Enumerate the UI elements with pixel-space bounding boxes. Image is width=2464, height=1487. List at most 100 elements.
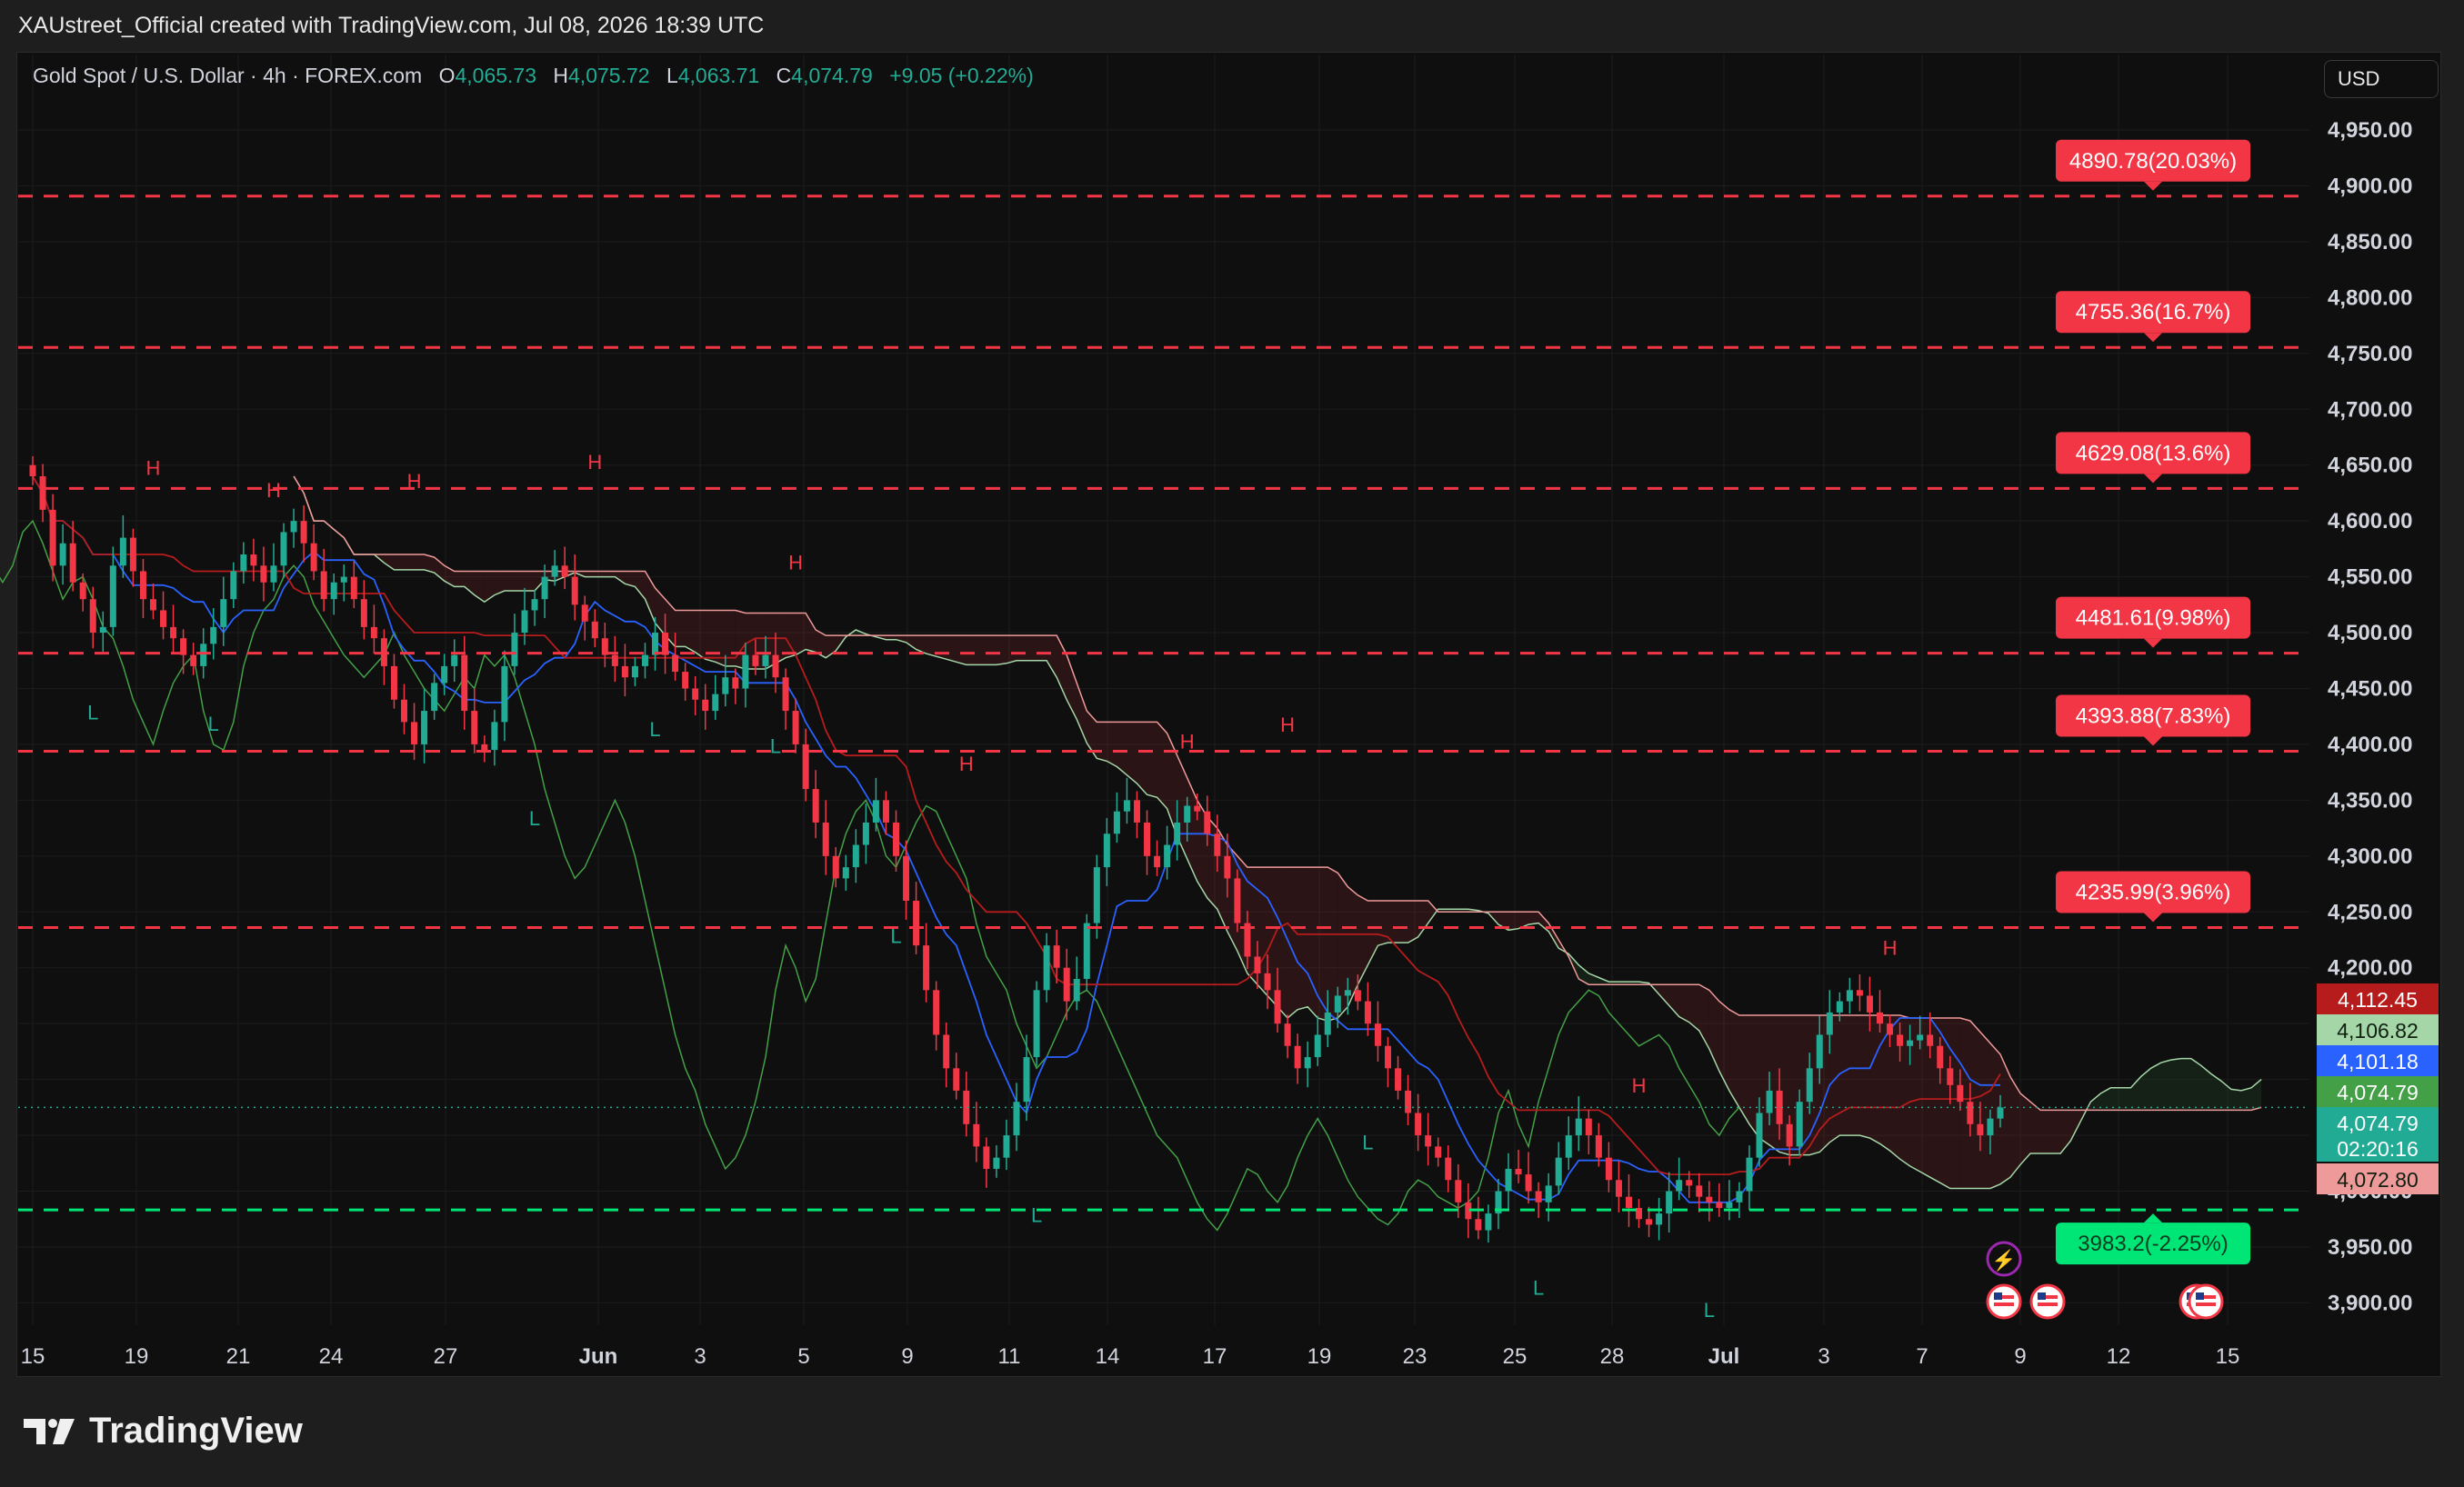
cloud-segment [796, 613, 806, 655]
candle-body [692, 688, 699, 700]
price-chart[interactable]: 4,950.00 4,900.00 4,850.00 4,800.00 4,750.00… [0, 0, 2464, 1487]
candle-body [451, 654, 458, 666]
cloud-segment [1859, 1014, 1870, 1139]
candle-body [1605, 1157, 1612, 1181]
open-label: O [438, 64, 456, 87]
candle-body [541, 576, 548, 600]
candle-body [270, 565, 277, 583]
candle [511, 614, 518, 675]
candle-body [1625, 1196, 1632, 1208]
candle-body [220, 599, 227, 627]
candle-body [1696, 1185, 1703, 1197]
candle-body [1214, 833, 1221, 856]
cloud-segment [514, 571, 525, 591]
candle [842, 854, 849, 891]
x-tick-label: 9 [2014, 1344, 2026, 1369]
us-flag-event-icon [2188, 1283, 2224, 1320]
candle [581, 595, 588, 641]
lightning-event-glyph: ⚡ [1991, 1249, 2016, 1272]
pivot-low-label: L [770, 734, 781, 757]
y-tick-label: 4,800.00 [2328, 285, 2412, 310]
candle-body [1796, 1102, 1803, 1147]
candle-body [993, 1157, 1000, 1169]
candle [1565, 1116, 1572, 1171]
candle [471, 688, 478, 753]
candle [1144, 810, 1151, 875]
candle-body [1123, 800, 1130, 812]
cloud-segment [1879, 1014, 1890, 1151]
cloud-segment [2190, 1058, 2201, 1111]
cloud-segment [1769, 1014, 1780, 1153]
pivot-low-label: L [1031, 1204, 1042, 1227]
price-axis-tag: 4,101.18 [2317, 1045, 2439, 1076]
level-tag-pointer [2144, 474, 2162, 484]
candle-body [862, 822, 869, 845]
candle-body [1957, 1084, 1964, 1103]
pivot-high-label: H [587, 451, 602, 474]
candle-body [1786, 1123, 1793, 1147]
target-level-tag: 4235.99(3.96%) [2056, 871, 2250, 923]
candle [1545, 1173, 1552, 1222]
candle-body [139, 571, 146, 600]
x-tick-label: 9 [901, 1344, 913, 1369]
candle-body [1555, 1157, 1562, 1186]
y-tick-label: 4,300.00 [2328, 844, 2412, 869]
level-tag-label: 4629.08(13.6%) [2076, 441, 2231, 465]
candle-body [943, 1034, 950, 1069]
target-level-tag: 4629.08(13.6%) [2056, 432, 2250, 484]
candle-body [1846, 990, 1853, 1002]
symbol-title[interactable]: Gold Spot / U.S. Dollar · 4h · FOREX.com [33, 64, 422, 87]
candle [531, 590, 538, 626]
price-axis-tag: 4,106.82 [2317, 1014, 2439, 1045]
candle-body [1093, 867, 1100, 923]
candle-body [491, 722, 498, 751]
candle-body [190, 654, 197, 666]
candle-body [1927, 1034, 1934, 1046]
cloud-segment [1127, 722, 1137, 783]
target-level-tag: 4481.61(9.98%) [2056, 596, 2250, 648]
pivot-high-label: H [788, 552, 803, 574]
currency-button[interactable]: USD [2324, 60, 2439, 98]
candle [481, 735, 488, 763]
cloud-segment [1157, 722, 1167, 809]
cloud-segment [525, 571, 536, 591]
tradingview-brand[interactable]: TradingView [22, 1411, 303, 1452]
candle-body [1816, 1034, 1823, 1069]
cloud-segment [1147, 722, 1157, 798]
candle-body [1987, 1118, 1994, 1136]
candle-body [1595, 1135, 1602, 1158]
level-tag-pointer [2144, 1213, 2162, 1223]
candle [1415, 1093, 1422, 1152]
candle [270, 543, 277, 592]
candle-body [1234, 878, 1241, 923]
cloud-segment [1678, 984, 1689, 1023]
candle [702, 684, 709, 730]
cloud-segment [1297, 867, 1308, 1010]
candle [380, 629, 387, 685]
pivot-low-label: L [1704, 1299, 1715, 1322]
candle-body [1455, 1180, 1462, 1203]
candle [491, 709, 498, 766]
candle-body [390, 665, 397, 700]
candle [812, 770, 819, 839]
cloud-segment [2090, 1093, 2101, 1111]
candle-body [471, 711, 478, 744]
candle [993, 1145, 1000, 1178]
cloud-segment [2180, 1058, 2191, 1111]
candle-body [1204, 811, 1211, 834]
cloud-segment [685, 610, 696, 653]
y-tick-label: 3,900.00 [2328, 1291, 2412, 1315]
candle [160, 591, 167, 640]
x-tick-label: 3 [1818, 1344, 1829, 1369]
cloud-segment [996, 635, 1007, 665]
candle [360, 580, 367, 640]
candle-body [1144, 822, 1151, 856]
candle [692, 675, 699, 715]
candle [1013, 1083, 1020, 1152]
chikou-span-line [0, 519, 1740, 1232]
cloud-segment [2020, 1093, 2031, 1165]
candle-body [1445, 1157, 1452, 1181]
candle-body [1103, 833, 1110, 868]
pivot-low-label: L [529, 807, 540, 830]
candle-body [893, 822, 900, 856]
